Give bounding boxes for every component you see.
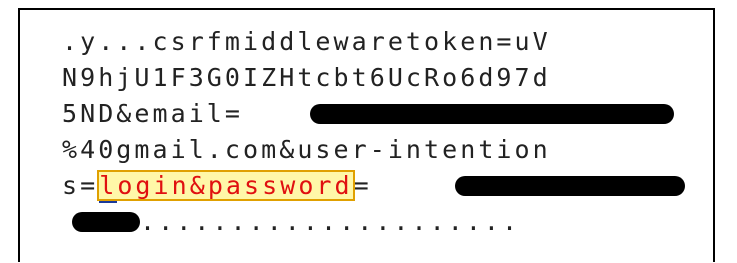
payload-line-5: s=login&password= — [62, 170, 372, 203]
payload-line-5-prefix: s= — [62, 171, 99, 200]
payload-line-4: %40gmail.com&user-intention — [62, 135, 551, 164]
payload-line-3-text: 5ND&email= — [62, 99, 244, 128]
payload-line-2: N9hjU1F3G0IZHtcbt6UcRo6d97d — [62, 63, 551, 92]
payload-line-3: 5ND&email= — [62, 98, 243, 130]
redaction-password — [455, 176, 685, 196]
redaction-email — [310, 104, 674, 124]
search-highlight: login&password — [97, 170, 355, 203]
highlight-cursor-char: l — [99, 171, 118, 203]
redaction-password-tail — [72, 212, 140, 232]
payload-line-5-suffix: = — [353, 171, 372, 200]
payload-line-1: .y...csrfmiddlewaretoken=uV — [62, 27, 551, 56]
payload-line-6-dots: ..................... — [140, 207, 521, 236]
highlight-text: ogin&password — [117, 171, 353, 200]
